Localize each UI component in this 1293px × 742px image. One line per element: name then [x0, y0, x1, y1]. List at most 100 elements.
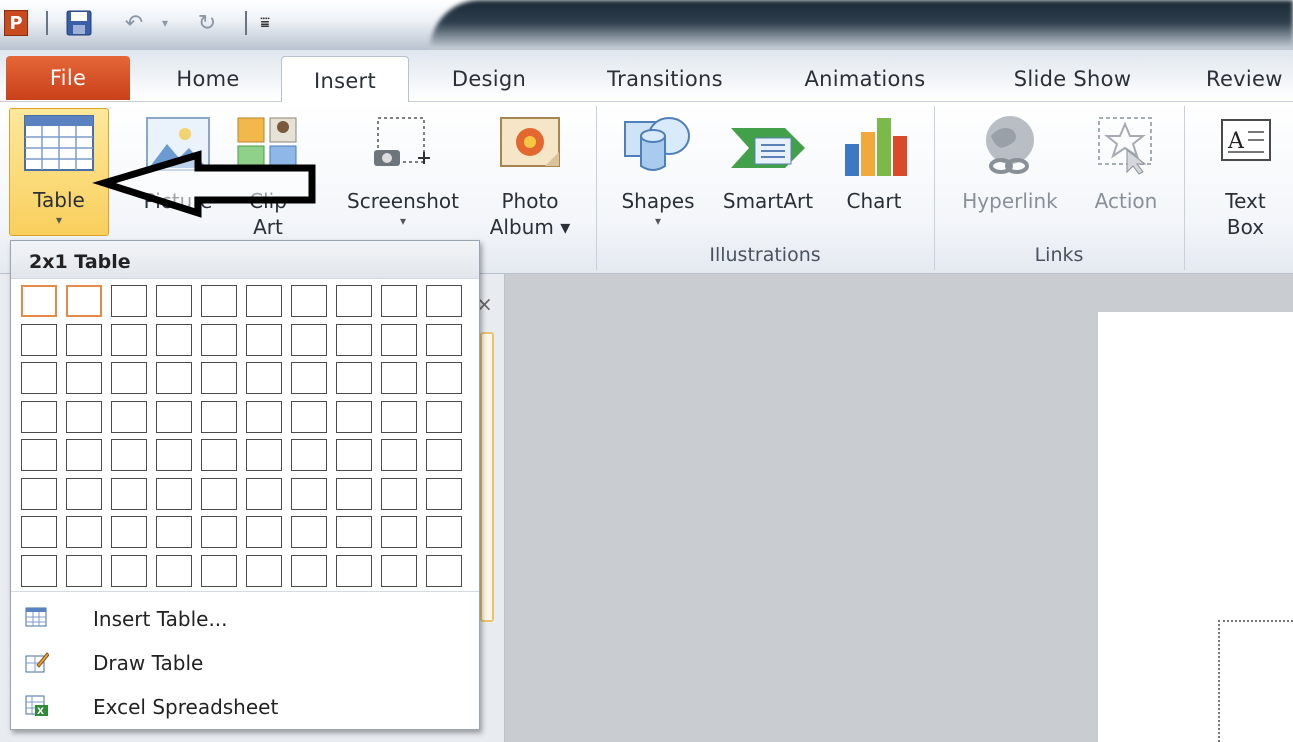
table-grid-cell[interactable] [111, 554, 147, 587]
table-grid-cell[interactable] [246, 516, 282, 548]
undo-icon[interactable]: ↶ [120, 10, 148, 36]
screenshot-button[interactable]: Screenshot ▾ [334, 108, 472, 236]
table-grid-cell[interactable] [66, 477, 102, 510]
table-grid-cell[interactable] [111, 285, 147, 317]
table-grid-cell[interactable] [156, 400, 192, 433]
table-grid-cell[interactable] [246, 554, 282, 587]
insert-table-menu-item[interactable]: Insert Table... [11, 599, 479, 639]
table-grid-cell[interactable] [66, 516, 102, 548]
tab-file[interactable]: File [6, 56, 130, 100]
table-grid-cell[interactable] [426, 285, 462, 317]
table-grid-cell[interactable] [156, 554, 192, 587]
table-grid-cell[interactable] [291, 439, 327, 471]
table-grid-cell[interactable] [66, 285, 102, 317]
table-grid-cell[interactable] [336, 477, 372, 510]
table-grid-cell[interactable] [156, 477, 192, 510]
table-grid-cell[interactable] [381, 323, 417, 356]
tab-home[interactable]: Home [148, 56, 268, 102]
table-grid-cell[interactable] [201, 554, 237, 587]
text-box-button[interactable]: A Text Box [1198, 108, 1293, 239]
table-grid-cell[interactable] [426, 400, 462, 433]
table-grid-cell[interactable] [291, 285, 327, 317]
table-grid-cell[interactable] [111, 439, 147, 471]
table-grid-cell[interactable] [21, 516, 57, 548]
photo-album-button[interactable]: Photo Album ▾ [478, 108, 582, 239]
shapes-button[interactable]: Shapes ▾ [610, 108, 706, 236]
tab-design[interactable]: Design [424, 56, 554, 102]
tab-review[interactable]: Review [1190, 56, 1293, 102]
table-grid-cell[interactable] [111, 477, 147, 510]
table-size-grid[interactable] [21, 285, 471, 587]
table-grid-cell[interactable] [111, 362, 147, 394]
table-grid-cell[interactable] [21, 477, 57, 510]
table-grid-cell[interactable] [201, 439, 237, 471]
excel-spreadsheet-menu-item[interactable]: X Excel Spreadsheet [11, 687, 479, 727]
table-grid-cell[interactable] [291, 362, 327, 394]
table-grid-cell[interactable] [111, 516, 147, 548]
table-grid-cell[interactable] [66, 400, 102, 433]
table-grid-cell[interactable] [336, 554, 372, 587]
table-grid-cell[interactable] [246, 362, 282, 394]
powerpoint-app-icon[interactable]: P [4, 10, 28, 36]
slide-placeholder[interactable] [1218, 620, 1293, 742]
table-grid-cell[interactable] [156, 285, 192, 317]
smartart-button[interactable]: SmartArt [710, 108, 826, 236]
table-grid-cell[interactable] [111, 400, 147, 433]
table-grid-cell[interactable] [201, 285, 237, 317]
clip-art-button[interactable]: Clip Art [228, 108, 308, 239]
table-grid-cell[interactable] [381, 439, 417, 471]
table-grid-cell[interactable] [246, 439, 282, 471]
chart-button[interactable]: Chart [832, 108, 916, 236]
table-grid-cell[interactable] [291, 400, 327, 433]
table-grid-cell[interactable] [66, 323, 102, 356]
tab-animations[interactable]: Animations [780, 56, 950, 102]
table-grid-cell[interactable] [426, 323, 462, 356]
redo-icon[interactable]: ↻ [194, 10, 220, 36]
table-grid-cell[interactable] [426, 554, 462, 587]
table-grid-cell[interactable] [156, 439, 192, 471]
table-grid-cell[interactable] [21, 439, 57, 471]
table-grid-cell[interactable] [336, 285, 372, 317]
table-grid-cell[interactable] [111, 323, 147, 356]
table-grid-cell[interactable] [381, 516, 417, 548]
table-grid-cell[interactable] [291, 477, 327, 510]
table-grid-cell[interactable] [201, 362, 237, 394]
table-grid-cell[interactable] [426, 516, 462, 548]
table-grid-cell[interactable] [66, 362, 102, 394]
table-grid-cell[interactable] [66, 439, 102, 471]
table-grid-cell[interactable] [426, 439, 462, 471]
draw-table-menu-item[interactable]: Draw Table [11, 643, 479, 683]
table-grid-cell[interactable] [291, 323, 327, 356]
table-grid-cell[interactable] [336, 439, 372, 471]
table-grid-cell[interactable] [381, 285, 417, 317]
table-grid-cell[interactable] [426, 362, 462, 394]
panel-scrollbar[interactable] [480, 332, 494, 622]
table-grid-cell[interactable] [156, 362, 192, 394]
tab-transitions[interactable]: Transitions [580, 56, 750, 102]
table-grid-cell[interactable] [201, 477, 237, 510]
table-grid-cell[interactable] [201, 400, 237, 433]
table-grid-cell[interactable] [246, 477, 282, 510]
table-grid-cell[interactable] [336, 323, 372, 356]
table-grid-cell[interactable] [291, 516, 327, 548]
tab-slide-show[interactable]: Slide Show [975, 56, 1170, 102]
table-grid-cell[interactable] [21, 362, 57, 394]
table-grid-cell[interactable] [336, 362, 372, 394]
table-grid-cell[interactable] [21, 400, 57, 433]
save-icon[interactable] [66, 10, 92, 36]
table-grid-cell[interactable] [246, 285, 282, 317]
table-grid-cell[interactable] [246, 400, 282, 433]
table-button[interactable]: Table ▾ [9, 108, 109, 236]
table-grid-cell[interactable] [156, 516, 192, 548]
table-grid-cell[interactable] [201, 516, 237, 548]
table-grid-cell[interactable] [246, 323, 282, 356]
table-grid-cell[interactable] [21, 285, 57, 317]
table-grid-cell[interactable] [336, 400, 372, 433]
table-grid-cell[interactable] [66, 554, 102, 587]
customize-qat-icon[interactable]: ⩸ [254, 10, 276, 36]
table-grid-cell[interactable] [291, 554, 327, 587]
table-grid-cell[interactable] [21, 554, 57, 587]
table-grid-cell[interactable] [381, 554, 417, 587]
tab-insert[interactable]: Insert [281, 56, 409, 104]
table-grid-cell[interactable] [381, 477, 417, 510]
